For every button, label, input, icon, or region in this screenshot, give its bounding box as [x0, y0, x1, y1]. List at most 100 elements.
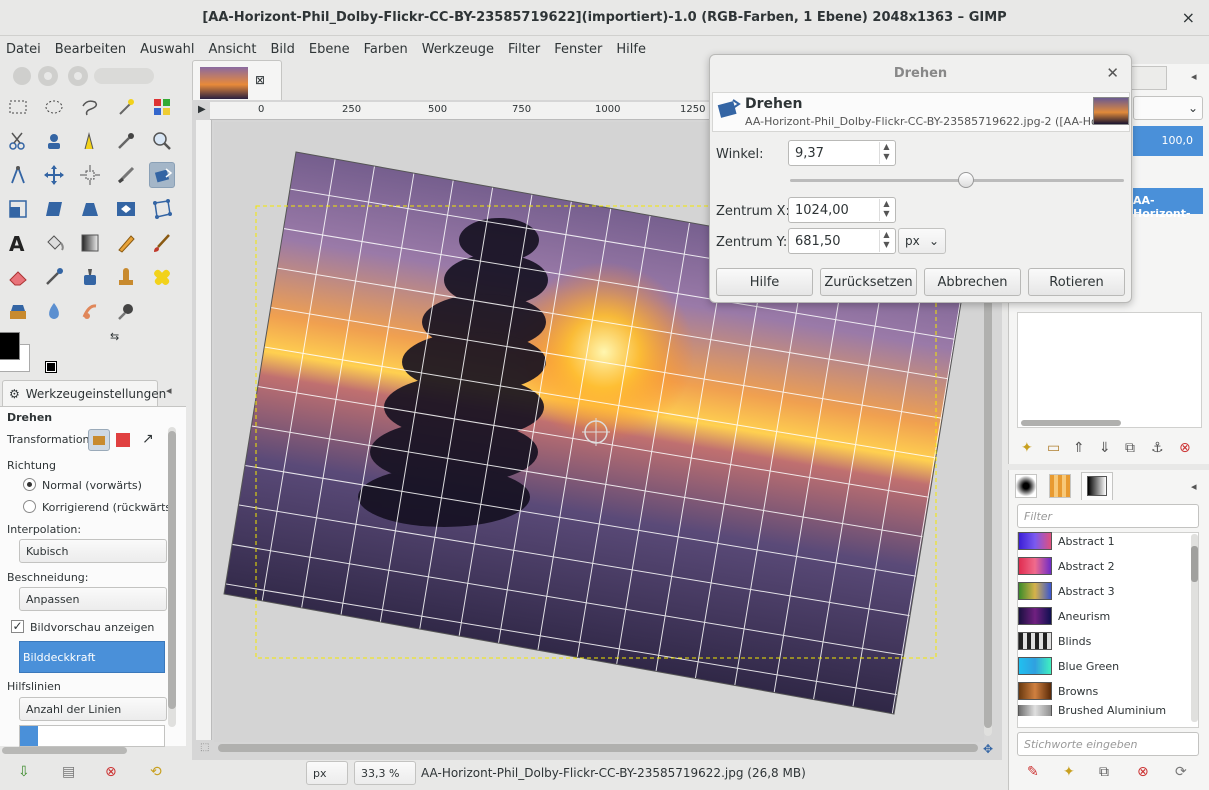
delete-gradient-icon[interactable]: ⊗ — [1137, 764, 1149, 780]
layer-row-name[interactable]: AA-Horizont- — [1133, 188, 1203, 220]
free-select-tool[interactable] — [77, 94, 103, 120]
menu-bearbeiten[interactable]: Bearbeiten — [55, 42, 126, 57]
gradient-list-item[interactable]: Brushed Aluminium — [1018, 705, 1166, 716]
refresh-gradients-icon[interactable]: ⟳ — [1175, 764, 1187, 780]
lower-layer-icon[interactable]: ⇓ — [1099, 440, 1111, 456]
angle-spin-arrows[interactable]: ▲ ▼ — [879, 142, 893, 164]
cancel-button[interactable]: Abbrechen — [924, 268, 1021, 296]
center-x-spin-arrows[interactable]: ▲ ▼ — [879, 199, 893, 221]
layers-list[interactable] — [1017, 312, 1202, 428]
quickmask-corner-icon[interactable]: ▶ — [198, 104, 206, 115]
scale-tool[interactable] — [5, 196, 31, 222]
menu-datei[interactable]: Datei — [6, 42, 41, 57]
interpolation-select[interactable]: Kubisch — [19, 539, 167, 563]
menu-fenster[interactable]: Fenster — [554, 42, 602, 57]
center-x-input[interactable]: 1024,00 ▲ ▼ — [788, 197, 896, 223]
image-tab-close-icon[interactable]: ⊠ — [255, 73, 265, 87]
zoom-select[interactable]: 33,3 % — [354, 761, 416, 785]
angle-input[interactable]: 9,37 ▲ ▼ — [788, 140, 896, 166]
edit-gradient-icon[interactable]: ✎ — [1027, 764, 1039, 780]
raise-layer-icon[interactable]: ⇑ — [1073, 440, 1085, 456]
gradient-list-item[interactable]: Abstract 3 — [1018, 580, 1115, 602]
unit-select[interactable]: px — [306, 761, 348, 785]
smudge-tool[interactable] — [77, 298, 103, 324]
menu-auswahl[interactable]: Auswahl — [140, 42, 194, 57]
channels-tab[interactable] — [1131, 66, 1167, 90]
menu-hilfe[interactable]: Hilfe — [616, 42, 646, 57]
menu-bild[interactable]: Bild — [271, 42, 295, 57]
angle-slider-thumb[interactable] — [957, 172, 974, 188]
direction-corrective-radio[interactable] — [23, 500, 36, 513]
direction-normal-radio[interactable] — [23, 478, 36, 491]
center-y-input[interactable]: 681,50 ▲ ▼ — [788, 228, 896, 254]
menu-ebene[interactable]: Ebene — [309, 42, 350, 57]
ink-tool[interactable] — [77, 264, 103, 290]
dodge-burn-tool[interactable] — [113, 298, 139, 324]
color-select-tool[interactable] — [149, 94, 175, 120]
duplicate-layer-icon[interactable]: ⧉ — [1125, 440, 1135, 456]
brushes-tab[interactable] — [1015, 474, 1037, 498]
preview-checkbox[interactable]: ✓ — [11, 620, 24, 633]
patterns-tab[interactable] — [1049, 474, 1071, 498]
blend-tool[interactable] — [77, 230, 103, 256]
new-layer-icon[interactable]: ✦ — [1021, 440, 1033, 456]
paths-tool[interactable] — [77, 128, 103, 154]
ellipse-select-tool[interactable] — [41, 94, 67, 120]
fuzzy-select-tool[interactable] — [113, 94, 139, 120]
delete-layer-icon[interactable]: ⊗ — [1179, 440, 1191, 456]
new-gradient-icon[interactable]: ✦ — [1063, 764, 1075, 780]
zoom-tool[interactable] — [149, 128, 175, 154]
default-colors-icon[interactable] — [45, 361, 57, 373]
menu-ansicht[interactable]: Ansicht — [208, 42, 256, 57]
image-tab[interactable]: ⊠ — [192, 60, 282, 102]
dialog-close-button[interactable]: ✕ — [1106, 64, 1119, 82]
clone-tool[interactable] — [113, 264, 139, 290]
gradients-scrollbar[interactable] — [1191, 534, 1198, 722]
delete-options-icon[interactable]: ⊗ — [105, 764, 117, 780]
gradient-list-item[interactable]: Abstract 1 — [1018, 530, 1115, 552]
color-picker-tool[interactable] — [113, 128, 139, 154]
gradient-list-item[interactable]: Browns — [1018, 680, 1098, 702]
rotate-button[interactable]: Rotieren — [1028, 268, 1125, 296]
crop-tool[interactable] — [113, 162, 139, 188]
reset-button[interactable]: Zurücksetzen — [820, 268, 917, 296]
eraser-tool[interactable] — [5, 264, 31, 290]
blur-tool[interactable] — [41, 298, 67, 324]
shear-tool[interactable] — [41, 196, 67, 222]
align-tool[interactable] — [77, 162, 103, 188]
transform-path-button[interactable]: ↗ — [142, 431, 154, 447]
options-hscrollbar[interactable] — [2, 747, 127, 754]
options-scrollbar[interactable] — [168, 427, 176, 727]
perspective-clone-tool[interactable] — [5, 298, 31, 324]
rotate-tool[interactable] — [149, 162, 175, 188]
pencil-tool[interactable] — [113, 230, 139, 256]
move-tool[interactable] — [41, 162, 67, 188]
gradient-list-item[interactable]: Aneurism — [1018, 605, 1110, 627]
clipping-select[interactable]: Anpassen — [19, 587, 167, 611]
layer-mode-select[interactable]: ⌄ — [1133, 96, 1203, 120]
rect-select-tool[interactable] — [5, 94, 31, 120]
reset-options-icon[interactable]: ⟲ — [150, 764, 162, 780]
measure-tool[interactable] — [5, 162, 31, 188]
flip-tool[interactable] — [113, 196, 139, 222]
cage-transform-tool[interactable] — [149, 196, 175, 222]
guides-count-slider[interactable] — [19, 725, 165, 747]
gradient-list-item[interactable]: Abstract 2 — [1018, 555, 1115, 577]
paintbrush-tool[interactable] — [149, 230, 175, 256]
swap-colors-icon[interactable]: ⇆ — [110, 330, 119, 343]
tool-options-tab[interactable]: ⚙ Werkzeugeinstellungen — [2, 380, 166, 406]
gradient-list-item[interactable]: Blue Green — [1018, 655, 1119, 677]
scissors-tool[interactable] — [5, 128, 31, 154]
new-layer-group-icon[interactable]: ▭ — [1047, 440, 1060, 456]
text-tool[interactable]: A — [5, 230, 31, 256]
center-unit-select[interactable]: px ⌄ — [898, 228, 946, 254]
image-opacity-slider[interactable]: Bilddeckkraft — [19, 641, 165, 673]
gradient-list-item[interactable]: Blinds — [1018, 630, 1091, 652]
transform-selection-button[interactable] — [116, 433, 130, 447]
perspective-tool[interactable] — [77, 196, 103, 222]
gradients-dock-menu-icon[interactable]: ◂ — [1191, 480, 1197, 493]
center-y-spin-arrows[interactable]: ▲ ▼ — [879, 230, 893, 252]
menu-farben[interactable]: Farben — [364, 42, 408, 57]
guides-select[interactable]: Anzahl der Linien — [19, 697, 167, 721]
transform-layer-button[interactable] — [88, 429, 110, 451]
